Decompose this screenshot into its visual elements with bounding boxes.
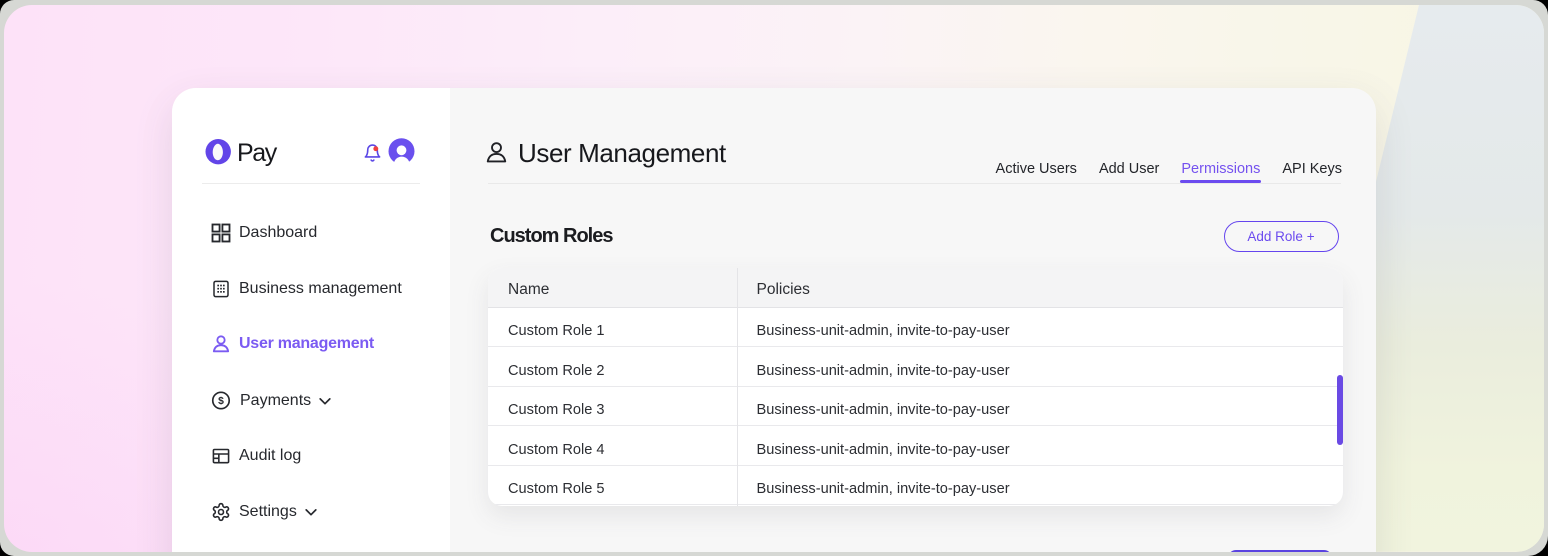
- svg-text:$: $: [218, 396, 224, 407]
